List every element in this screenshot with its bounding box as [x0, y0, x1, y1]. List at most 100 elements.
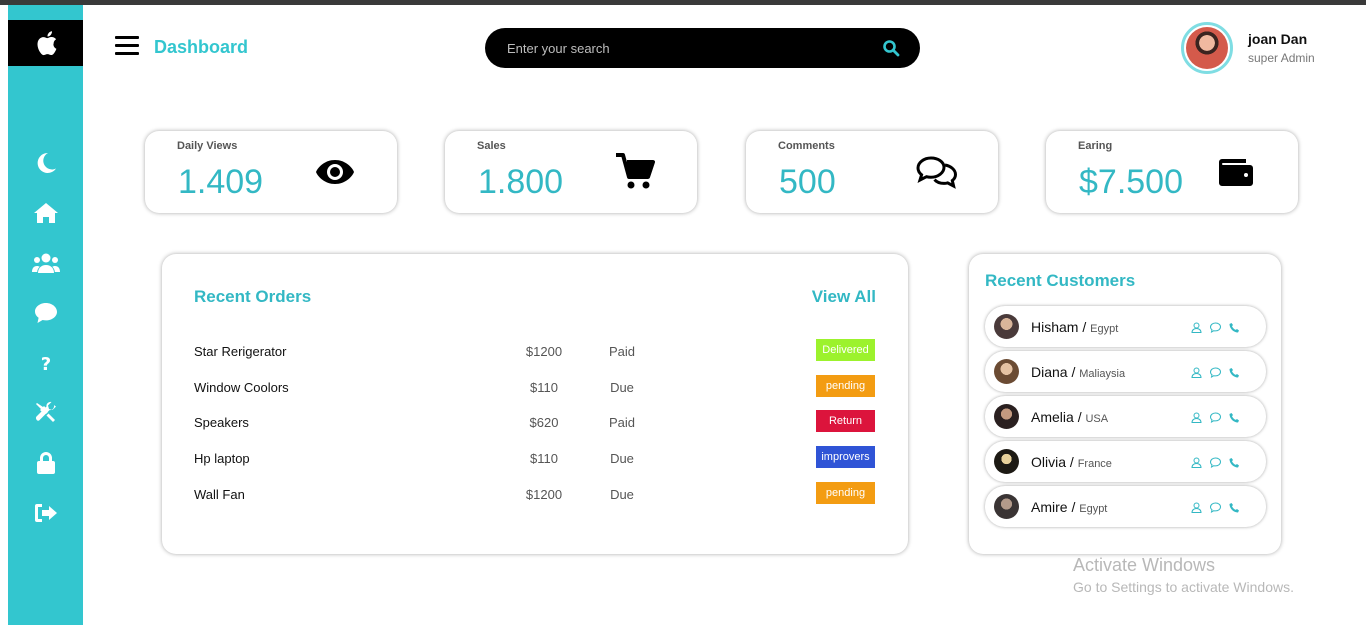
comment-icon[interactable]	[1209, 365, 1222, 378]
stat-card-comments: Comments 500	[746, 131, 998, 213]
table-row: Speakers $620 Paid Return	[162, 407, 908, 437]
sidebar-item-security[interactable]	[8, 448, 83, 478]
user-icon[interactable]	[1191, 500, 1202, 513]
status-badge: pending	[816, 482, 875, 504]
order-name: Speakers	[194, 415, 249, 430]
stat-card-daily-views: Daily Views 1.409	[145, 131, 397, 213]
avatar	[994, 359, 1019, 384]
recent-customers-panel: Recent Customers Hisham / Egypt Diana / …	[969, 254, 1281, 554]
avatar	[994, 494, 1019, 519]
customer-name: Hisham / Egypt	[1031, 319, 1119, 335]
phone-icon[interactable]	[1229, 500, 1240, 513]
phone-icon[interactable]	[1229, 320, 1240, 333]
status-badge: Delivered	[816, 339, 875, 361]
svg-text:?: ?	[40, 354, 50, 373]
order-payment: Due	[610, 487, 634, 502]
stat-card-sales: Sales 1.800	[445, 131, 697, 213]
order-name: Hp laptop	[194, 451, 250, 466]
eye-icon	[316, 160, 354, 184]
status-badge: pending	[816, 375, 875, 397]
sidebar-item-settings[interactable]	[8, 398, 83, 428]
customer-actions	[1191, 320, 1240, 333]
top-border	[0, 0, 1366, 5]
status-badge: Return	[816, 410, 875, 432]
order-price: $1200	[525, 344, 563, 359]
customer-actions	[1191, 410, 1240, 423]
moon-icon	[37, 152, 56, 173]
wallet-icon	[1219, 159, 1253, 186]
customer-actions	[1191, 455, 1240, 468]
sidebar-item-help[interactable]: ?	[8, 348, 83, 378]
activate-windows-title: Activate Windows	[1073, 555, 1216, 575]
avatar	[994, 449, 1019, 474]
card-value: 1.409	[178, 163, 264, 201]
order-price: $110	[530, 380, 558, 395]
table-row: Window Coolors $110 Due pending	[162, 372, 908, 402]
table-row: Hp laptop $110 Due improvers	[162, 443, 908, 473]
phone-icon[interactable]	[1229, 365, 1240, 378]
order-name: Window Coolors	[194, 380, 289, 395]
list-item[interactable]: Diana / Maliaysia	[985, 351, 1266, 392]
hamburger-line	[115, 36, 139, 39]
cart-icon	[616, 153, 655, 189]
list-item[interactable]: Amelia / USA	[985, 396, 1266, 437]
card-value: 500	[779, 163, 836, 201]
customer-name: Olivia / France	[1031, 454, 1112, 470]
search-bar	[485, 28, 920, 68]
sidebar-item-logout[interactable]	[8, 498, 83, 528]
customer-actions	[1191, 365, 1240, 378]
apple-icon	[37, 31, 56, 56]
user-icon[interactable]	[1191, 320, 1202, 333]
list-item[interactable]: Hisham / Egypt	[985, 306, 1266, 347]
phone-icon[interactable]	[1229, 410, 1240, 423]
hamburger-line	[115, 52, 139, 55]
order-payment: Paid	[608, 344, 636, 359]
sidebar-item-messages[interactable]	[8, 298, 83, 328]
list-item[interactable]: Olivia / France	[985, 441, 1266, 482]
comment-icon[interactable]	[1209, 500, 1222, 513]
avatar	[994, 314, 1019, 339]
user-icon[interactable]	[1191, 455, 1202, 468]
sidebar: ?	[8, 5, 83, 625]
order-price: $110	[530, 451, 558, 466]
recent-orders-panel: Recent Orders View All Star Rerigerator …	[162, 254, 908, 554]
list-item[interactable]: Amire / Egypt	[985, 486, 1266, 527]
order-payment: Due	[610, 380, 634, 395]
card-label: Earing	[1078, 140, 1113, 152]
user-avatar[interactable]	[1181, 22, 1233, 74]
sidebar-item-home[interactable]	[8, 198, 83, 228]
tools-icon	[35, 401, 56, 422]
hamburger-menu-button[interactable]	[115, 36, 139, 58]
status-badge: improvers	[816, 446, 875, 468]
question-icon: ?	[40, 354, 50, 373]
card-value: $7.500	[1079, 163, 1183, 201]
user-icon[interactable]	[1191, 410, 1202, 423]
apple-logo[interactable]	[8, 20, 83, 66]
recent-orders-title: Recent Orders	[194, 287, 312, 306]
comment-icon[interactable]	[1209, 455, 1222, 468]
comment-icon[interactable]	[1209, 320, 1222, 333]
sign-out-icon	[34, 504, 57, 522]
phone-icon[interactable]	[1229, 455, 1240, 468]
sidebar-item-users[interactable]	[8, 248, 83, 278]
hamburger-line	[115, 44, 139, 47]
users-icon	[31, 253, 60, 273]
table-row: Star Rerigerator $1200 Paid Delivered	[162, 336, 908, 366]
search-icon[interactable]	[882, 39, 900, 57]
table-row: Wall Fan $1200 Due pending	[162, 479, 908, 509]
home-icon	[33, 203, 58, 223]
stat-card-earning: Earing $7.500	[1046, 131, 1298, 213]
card-label: Sales	[477, 140, 506, 152]
avatar-image	[1186, 27, 1228, 69]
order-name: Wall Fan	[194, 487, 245, 502]
comments-icon	[916, 156, 958, 189]
sidebar-item-theme[interactable]	[8, 148, 83, 178]
card-label: Daily Views	[177, 140, 238, 152]
card-label: Comments	[778, 140, 835, 152]
comment-icon[interactable]	[1209, 410, 1222, 423]
order-payment: Due	[610, 451, 634, 466]
view-all-link[interactable]: View All	[812, 287, 876, 307]
recent-customers-title: Recent Customers	[985, 271, 1136, 290]
user-icon[interactable]	[1191, 365, 1202, 378]
search-input[interactable]	[507, 38, 867, 58]
